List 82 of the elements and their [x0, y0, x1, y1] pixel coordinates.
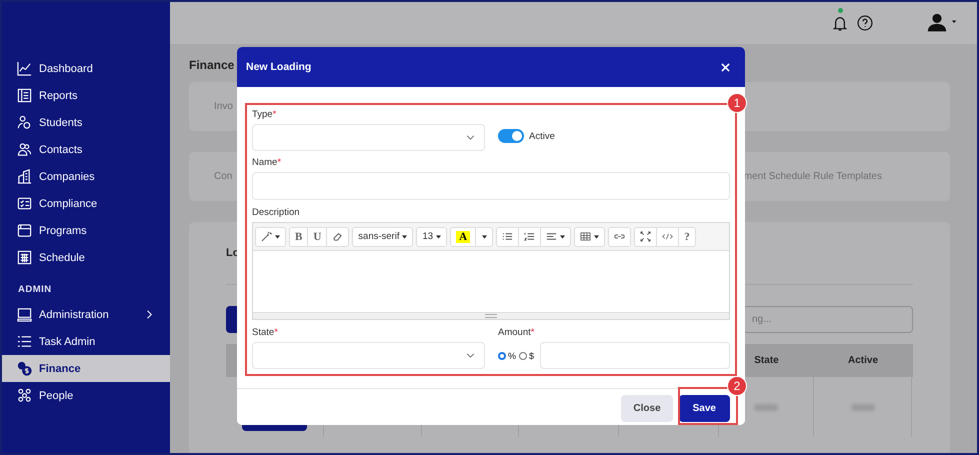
chart-icon	[17, 61, 32, 76]
numbered-list-icon	[524, 231, 536, 242]
coins-icon	[17, 361, 32, 376]
card-text: Invo	[214, 101, 233, 112]
toolbar-button[interactable]	[574, 226, 606, 246]
field-label: Name*	[252, 157, 282, 169]
radio-label: $	[529, 350, 534, 360]
field-label: Amount*	[498, 327, 536, 339]
document-icon	[17, 88, 32, 103]
toolbar-button[interactable]	[496, 226, 520, 246]
blurred-text	[754, 404, 778, 410]
window-icon	[17, 223, 32, 238]
nav-item[interactable]: Contacts	[2, 136, 170, 163]
page-title: Finance	[189, 58, 234, 74]
dialog-title: New Loading	[246, 61, 312, 73]
radio-button[interactable]	[519, 352, 528, 360]
nav-item[interactable]: Compliance	[2, 190, 170, 217]
search-field[interactable]: ng...	[743, 306, 913, 333]
nav-item[interactable]: People	[2, 382, 170, 409]
list-icon	[17, 334, 32, 349]
card-text: Con	[214, 171, 232, 182]
close-icon[interactable]	[721, 62, 730, 72]
radio-button[interactable]	[498, 352, 506, 360]
close-button[interactable]: Close	[621, 395, 673, 422]
field-label: Description	[252, 207, 301, 219]
nav-item[interactable]: Schedule	[2, 244, 170, 271]
toolbar-button[interactable]	[634, 226, 658, 246]
toggle-label: Active	[529, 130, 555, 142]
expand-icon	[640, 231, 652, 242]
save-button[interactable]: Save	[678, 395, 730, 422]
building-icon	[17, 169, 32, 184]
amount-field[interactable]	[540, 342, 730, 369]
table-icon	[580, 231, 592, 242]
nav-item[interactable]: Administration	[2, 301, 170, 328]
toolbar-button[interactable]: ?	[678, 226, 696, 246]
help-icon[interactable]	[857, 15, 873, 31]
nav-item[interactable]: Reports	[2, 82, 170, 109]
chevron-icon	[466, 353, 475, 358]
checklist-icon	[17, 196, 32, 211]
toolbar-button[interactable]: sans-serif	[352, 226, 414, 246]
eraser-icon	[332, 231, 344, 242]
column-header: State	[753, 354, 780, 368]
nav-item[interactable]: Dashboard	[2, 55, 170, 82]
align-icon	[546, 231, 558, 242]
toolbar-button[interactable]: U	[307, 226, 328, 246]
toolbar-button[interactable]: B	[289, 226, 308, 246]
nav-item[interactable]: Task Admin	[2, 328, 170, 355]
blurred-text	[850, 404, 874, 410]
name-field[interactable]	[252, 172, 730, 200]
section-heading: ADMIN	[17, 283, 53, 297]
nav-item[interactable]: Companies	[2, 163, 170, 190]
nav-item[interactable]: Programs	[2, 217, 170, 244]
field-label: Type*	[252, 109, 278, 121]
code-icon	[662, 231, 674, 242]
toolbar-button[interactable]	[255, 226, 286, 246]
people-icon	[17, 115, 32, 130]
user-menu-icon[interactable]	[927, 13, 957, 33]
toolbar-button[interactable]	[326, 226, 350, 246]
toolbar-button[interactable]	[656, 226, 680, 246]
nav-item[interactable]: Students	[2, 109, 170, 136]
people-icon	[17, 142, 32, 157]
toolbar-button[interactable]	[608, 226, 632, 246]
field-label: State*	[252, 327, 279, 339]
toolbar-button[interactable]	[518, 226, 542, 246]
toolbar-button[interactable]: A	[450, 226, 476, 246]
bell-icon	[833, 14, 847, 32]
calendar-icon	[17, 250, 32, 265]
toolbar-button[interactable]	[540, 226, 572, 246]
list-icon	[502, 231, 514, 242]
caret-icon	[482, 234, 487, 238]
toolbar-button[interactable]: 13	[416, 226, 448, 246]
chevron-icon	[466, 135, 475, 140]
computer-icon	[17, 307, 32, 322]
column-header: Active	[846, 354, 879, 368]
toggle-switch[interactable]	[498, 129, 524, 143]
radio-label: %	[508, 350, 516, 360]
nav-item[interactable]: Finance	[2, 355, 170, 382]
magic-wand-icon	[261, 231, 272, 242]
callout-badge: 1	[727, 93, 747, 113]
callout-badge: 2	[727, 376, 747, 396]
resize-handle[interactable]	[253, 312, 729, 319]
group-icon	[17, 388, 32, 403]
